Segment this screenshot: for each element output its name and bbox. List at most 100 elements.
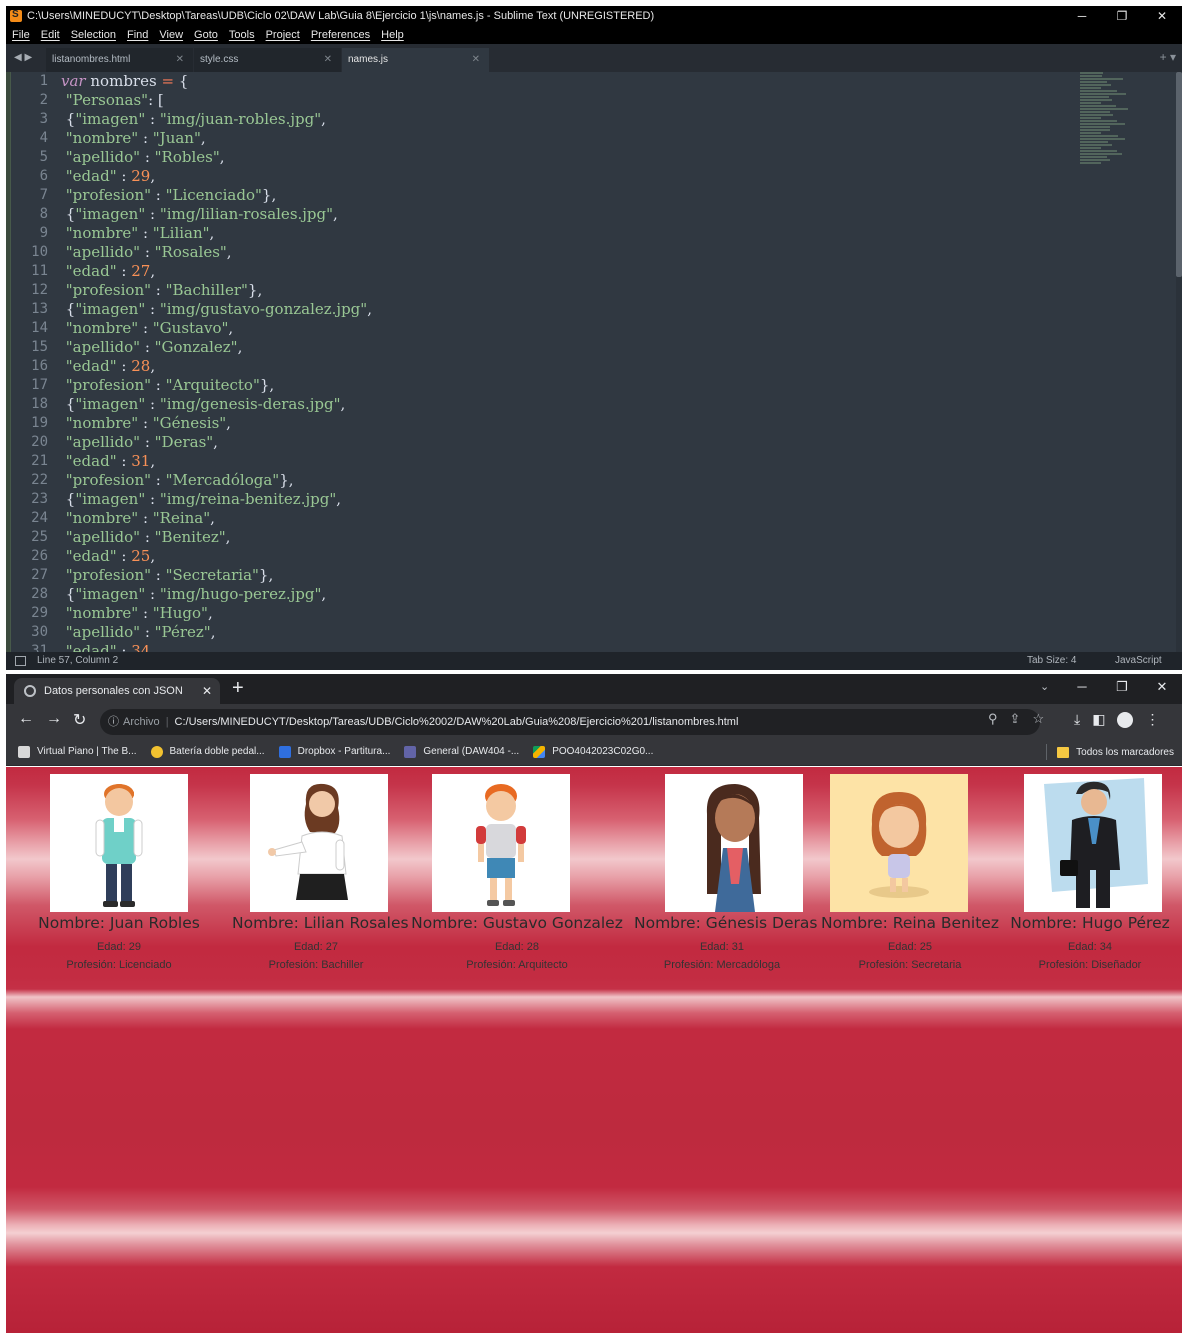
- bookmark-star-icon[interactable]: ☆: [1032, 711, 1044, 727]
- back-arrow-icon[interactable]: ←: [18, 710, 34, 728]
- zoom-icon[interactable]: ⚲: [988, 711, 998, 727]
- code-line[interactable]: "nombre" : "Reina",: [61, 509, 1061, 528]
- code-line[interactable]: {"imagen" : "img/reina-benitez.jpg",: [61, 490, 1061, 509]
- code-line[interactable]: "edad" : 28,: [61, 357, 1061, 376]
- tab-nav-arrows-icon[interactable]: ◀ ▶: [6, 44, 46, 72]
- menu-find[interactable]: Find: [127, 29, 148, 41]
- scrollbar-thumb[interactable]: [1176, 72, 1182, 277]
- tab-style-css[interactable]: style.css ✕: [194, 48, 341, 72]
- code-line[interactable]: "nombre" : "Génesis",: [61, 414, 1061, 433]
- minimize-button[interactable]: ─: [1062, 6, 1102, 26]
- line-number: 13: [31, 301, 48, 317]
- code-line[interactable]: "edad" : 31,: [61, 452, 1061, 471]
- menu-project[interactable]: Project: [266, 29, 300, 41]
- panel-switcher-icon[interactable]: [15, 656, 26, 666]
- code-line[interactable]: "nombre" : "Gustavo",: [61, 319, 1061, 338]
- code-editor[interactable]: 1 2 3 4 5 6 7 8 9 10 11 12 13 14 15 16 17 18 19 20 21 22 23 24 2…: [6, 72, 1182, 660]
- bookmark-bateria[interactable]: Batería doble pedal...: [150, 745, 265, 758]
- code-line[interactable]: "apellido" : "Robles",: [61, 148, 1061, 167]
- code-line[interactable]: "profesion" : "Licenciado"},: [61, 186, 1061, 205]
- code-line[interactable]: "profesion" : "Mercadóloga"},: [61, 471, 1061, 490]
- bookmark-virtual-piano[interactable]: Virtual Piano | The B...: [18, 745, 137, 758]
- menu-view[interactable]: View: [159, 29, 183, 41]
- new-tab-button[interactable]: +: [232, 677, 244, 700]
- download-icon[interactable]: ⤓: [1074, 711, 1080, 728]
- reload-icon[interactable]: ↻: [73, 710, 86, 730]
- code-line[interactable]: "edad" : 29,: [61, 167, 1061, 186]
- bookmark-drive-poo[interactable]: POO4042023C02G0...: [533, 745, 653, 758]
- code-line[interactable]: "apellido" : "Rosales",: [61, 243, 1061, 262]
- code-line[interactable]: "apellido" : "Deras",: [61, 433, 1061, 452]
- new-tab-dropdown-icon[interactable]: + ▾: [1160, 50, 1176, 64]
- menu-edit[interactable]: Edit: [41, 29, 60, 41]
- code-line[interactable]: {"imagen" : "img/hugo-perez.jpg",: [61, 585, 1061, 604]
- tab-listanombres[interactable]: listanombres.html ✕: [46, 48, 193, 72]
- code-line[interactable]: "profesion" : "Arquitecto"},: [61, 376, 1061, 395]
- code-line[interactable]: "nombre" : "Lilian",: [61, 224, 1061, 243]
- tab-search-icon[interactable]: ⌄: [1040, 680, 1049, 693]
- menu-selection[interactable]: Selection: [71, 29, 116, 41]
- close-icon[interactable]: ✕: [176, 48, 184, 72]
- minimize-button[interactable]: ─: [1062, 674, 1102, 700]
- close-tab-icon[interactable]: ✕: [202, 678, 212, 704]
- code-line[interactable]: {"imagen" : "img/juan-robles.jpg",: [61, 110, 1061, 129]
- restore-button[interactable]: ❐: [1102, 674, 1142, 700]
- syntax-indicator[interactable]: JavaScript: [1115, 652, 1162, 670]
- all-bookmarks[interactable]: Todos los marcadores: [1046, 738, 1174, 766]
- code-area[interactable]: var nombres = { "Personas": [ {"imagen" …: [61, 72, 1061, 661]
- side-panel-icon[interactable]: ◧: [1092, 711, 1105, 728]
- share-icon[interactable]: ⇪: [1010, 711, 1021, 727]
- person-profession: Profesión: Diseñador: [1038, 959, 1142, 971]
- code-line[interactable]: "apellido" : "Gonzalez",: [61, 338, 1061, 357]
- code-line[interactable]: "profesion" : "Bachiller"},: [61, 281, 1061, 300]
- code-line[interactable]: var nombres = {: [61, 72, 1061, 91]
- menu-preferences[interactable]: Preferences: [311, 29, 370, 41]
- minimap-line: [1080, 99, 1112, 101]
- line-number-gutter: 1 2 3 4 5 6 7 8 9 10 11 12 13 14 15 16 17 18 19 20 21 22 23 24 2…: [12, 72, 48, 661]
- restore-button[interactable]: ❐: [1102, 6, 1142, 26]
- tab-names-js[interactable]: names.js ✕: [342, 48, 489, 72]
- minimap-line: [1080, 156, 1107, 158]
- minimap-line: [1080, 117, 1101, 119]
- person-profession: Profesión: Arquitecto: [466, 959, 568, 971]
- bookmarks-divider: [1046, 744, 1048, 760]
- menu-help[interactable]: Help: [381, 29, 404, 41]
- close-button[interactable]: ✕: [1142, 674, 1182, 700]
- code-line[interactable]: "nombre" : "Hugo",: [61, 604, 1061, 623]
- browser-tab[interactable]: Datos personales con JSON ✕: [14, 678, 220, 704]
- kebab-menu-icon[interactable]: ⋮: [1145, 711, 1159, 728]
- bookmark-dropbox[interactable]: Dropbox - Partitura...: [278, 745, 391, 758]
- minimap[interactable]: [1080, 72, 1142, 182]
- address-bar[interactable]: ⓘ Archivo | C:/Users/MINEDUCYT/Desktop/Tare…: [100, 709, 1040, 735]
- info-icon[interactable]: ⓘ: [108, 716, 119, 728]
- code-line[interactable]: "profesion" : "Secretaria"},: [61, 566, 1061, 585]
- close-button[interactable]: ✕: [1142, 6, 1182, 26]
- vertical-scrollbar[interactable]: [1176, 72, 1182, 652]
- minimap-line: [1080, 78, 1123, 80]
- code-line[interactable]: {"imagen" : "img/lilian-rosales.jpg",: [61, 205, 1061, 224]
- menu-file[interactable]: File: [12, 29, 30, 41]
- code-line[interactable]: "edad" : 25,: [61, 547, 1061, 566]
- code-line[interactable]: "apellido" : "Pérez",: [61, 623, 1061, 642]
- minimap-line: [1080, 159, 1110, 161]
- code-line[interactable]: {"imagen" : "img/genesis-deras.jpg",: [61, 395, 1061, 414]
- line-number: 16: [31, 358, 48, 374]
- menu-tools[interactable]: Tools: [229, 29, 255, 41]
- bookmark-label: Dropbox - Partitura...: [297, 746, 391, 757]
- google-drive-icon: [533, 745, 546, 758]
- profile-avatar-icon[interactable]: [1117, 711, 1134, 728]
- code-line[interactable]: "Personas": [: [61, 91, 1061, 110]
- code-line[interactable]: "nombre" : "Juan",: [61, 129, 1061, 148]
- tab-size-indicator[interactable]: Tab Size: 4: [1027, 652, 1076, 670]
- close-icon[interactable]: ✕: [472, 48, 480, 72]
- code-line[interactable]: "apellido" : "Benitez",: [61, 528, 1061, 547]
- forward-arrow-icon[interactable]: →: [46, 710, 62, 728]
- close-icon[interactable]: ✕: [324, 48, 332, 72]
- window-title: C:\Users\MINEDUCYT\Desktop\Tareas\UDB\Ci…: [27, 10, 655, 22]
- line-number: 28: [31, 586, 48, 602]
- menu-goto[interactable]: Goto: [194, 29, 218, 41]
- bookmark-teams-general[interactable]: General (DAW404 -...: [404, 745, 519, 758]
- code-line[interactable]: "edad" : 27,: [61, 262, 1061, 281]
- line-number: 6: [39, 168, 48, 184]
- code-line[interactable]: {"imagen" : "img/gustavo-gonzalez.jpg",: [61, 300, 1061, 319]
